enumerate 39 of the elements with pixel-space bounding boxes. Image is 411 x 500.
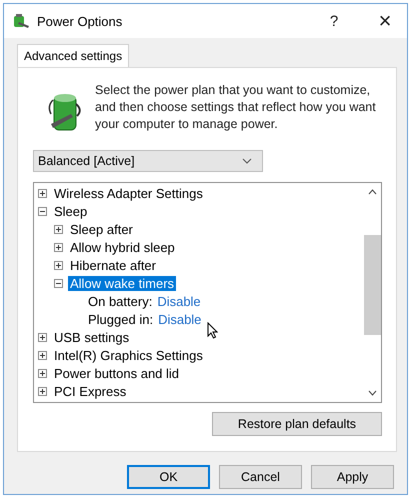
instruction-text: Select the power plan that you want to customize, and then choose settings that reflect how you want your computer to manage power. xyxy=(95,82,377,133)
setting-label: Plugged in: xyxy=(88,312,154,326)
scroll-down-icon[interactable] xyxy=(368,390,377,396)
expand-icon[interactable] xyxy=(38,350,47,360)
expand-icon[interactable] xyxy=(54,242,63,252)
tree-item[interactable]: Sleep after xyxy=(68,222,135,236)
tree-item[interactable]: Sleep xyxy=(52,204,90,218)
close-button[interactable]: × xyxy=(363,6,407,36)
expand-icon[interactable] xyxy=(54,260,63,270)
help-button[interactable]: ? xyxy=(312,6,356,36)
tree-item[interactable]: Wireless Adapter Settings xyxy=(52,186,205,200)
tree-item[interactable]: Power buttons and lid xyxy=(52,366,182,380)
tree-item[interactable]: Allow hybrid sleep xyxy=(68,240,177,254)
mouse-pointer-icon xyxy=(207,322,218,339)
dialog-button[interactable]: Cancel xyxy=(219,465,302,489)
plan-dropdown[interactable]: Balanced [Active] xyxy=(33,150,263,172)
dialog-button[interactable]: Apply xyxy=(311,465,394,489)
expand-icon[interactable] xyxy=(38,188,47,198)
setting-value-link[interactable]: Disable xyxy=(158,312,202,326)
chevron-down-icon xyxy=(242,158,252,164)
scroll-up-icon[interactable] xyxy=(368,189,377,195)
tree-item[interactable]: Intel(R) Graphics Settings xyxy=(52,348,205,362)
tab[interactable]: Advanced settings xyxy=(17,44,130,67)
window-title: Power Options xyxy=(37,14,122,28)
tree-item[interactable]: USB settings xyxy=(52,330,132,344)
expand-icon[interactable] xyxy=(38,332,47,342)
setting-label: On battery: xyxy=(88,294,152,308)
restore-defaults-button[interactable]: Restore plan defaults xyxy=(212,412,382,436)
expand-icon[interactable] xyxy=(38,386,47,396)
expand-icon[interactable] xyxy=(54,224,63,234)
dialog-button[interactable]: OK xyxy=(127,465,210,489)
collapse-icon[interactable] xyxy=(38,206,47,216)
battery-plug-icon xyxy=(12,13,30,29)
tree-item[interactable]: Allow wake timers xyxy=(68,276,176,290)
expand-icon[interactable] xyxy=(38,368,47,378)
tree-item[interactable]: Hibernate after xyxy=(68,258,158,272)
tree-item[interactable]: PCI Express xyxy=(52,384,128,398)
collapse-icon[interactable] xyxy=(54,278,63,288)
setting-value-link[interactable]: Disable xyxy=(157,294,201,308)
